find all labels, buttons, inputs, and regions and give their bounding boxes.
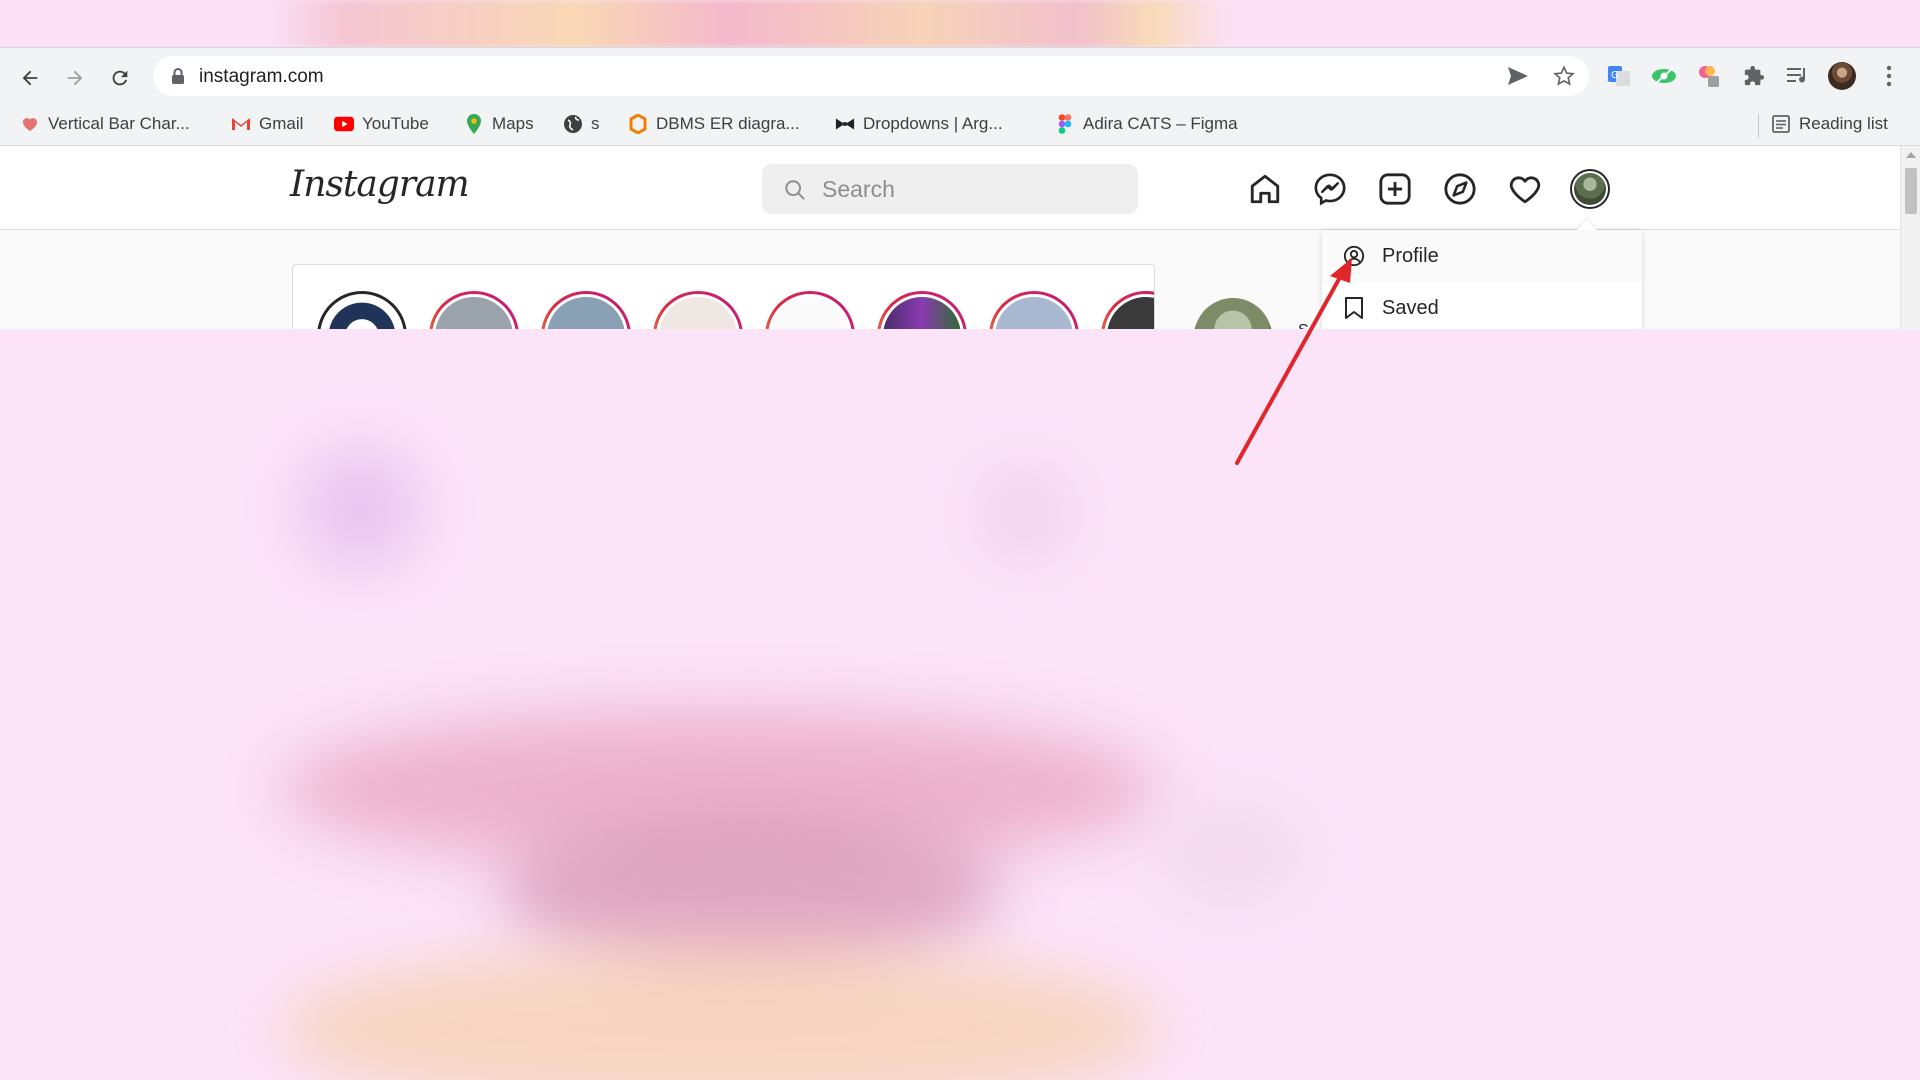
story-avatar[interactable] bbox=[429, 291, 519, 329]
story-avatar[interactable] bbox=[877, 291, 967, 329]
blurred-shape bbox=[500, 809, 1000, 969]
back-arrow-icon bbox=[22, 70, 38, 86]
bookmark-dbms-er[interactable]: DBMS ER diagra... bbox=[628, 112, 800, 136]
activity-button[interactable] bbox=[1506, 170, 1544, 208]
figma-icon bbox=[1055, 114, 1075, 134]
instagram-header: Instagram bbox=[0, 146, 1900, 230]
bookmark-label: Vertical Bar Char... bbox=[48, 114, 190, 133]
blurred-shape bbox=[1160, 809, 1300, 899]
plus-square-icon bbox=[1379, 173, 1411, 205]
gmail-icon bbox=[231, 114, 251, 134]
bookmark-vertical-bar-chart[interactable]: Vertical Bar Char... bbox=[20, 112, 190, 136]
user-avatar-icon bbox=[1828, 62, 1856, 90]
bookmark-icon bbox=[1342, 296, 1366, 320]
lock-icon bbox=[172, 68, 184, 84]
bookmark-label: YouTube bbox=[362, 114, 429, 133]
new-post-button[interactable] bbox=[1376, 170, 1414, 208]
send-tab-icon[interactable] bbox=[1507, 66, 1529, 86]
bookmark-label: Gmail bbox=[259, 114, 304, 133]
dropdown-item-profile[interactable]: Profile bbox=[1322, 230, 1642, 282]
bookmark-label: s bbox=[591, 114, 600, 133]
blurred-overlay bbox=[0, 329, 1920, 1080]
avatar bbox=[1574, 173, 1606, 205]
green-eye-extension-icon[interactable] bbox=[1649, 61, 1679, 91]
browser-toolbar: instagram.com G bbox=[0, 48, 1920, 102]
media-queue-icon[interactable] bbox=[1783, 61, 1813, 91]
instagram-logo[interactable]: Instagram bbox=[290, 164, 470, 205]
blurred-shape bbox=[280, 949, 1160, 1080]
blurred-shape bbox=[300, 449, 420, 569]
maps-pin-icon bbox=[464, 114, 484, 134]
story-avatar[interactable] bbox=[653, 291, 743, 329]
profile-avatar-button[interactable] bbox=[1570, 169, 1610, 209]
google-translate-icon[interactable]: G bbox=[1604, 61, 1634, 91]
search-icon bbox=[785, 180, 805, 200]
story-avatar[interactable] bbox=[989, 291, 1079, 329]
suggestion-name: S bbox=[1298, 322, 1309, 329]
more-vert-icon bbox=[1886, 65, 1892, 87]
reading-list-icon bbox=[1771, 114, 1791, 134]
instagram-page: Instagram Search Profile Saved bbox=[0, 146, 1920, 329]
bookmarks-bar: Vertical Bar Char... Gmail YouTube Maps … bbox=[0, 102, 1920, 146]
reload-button[interactable] bbox=[102, 60, 138, 96]
bookmark-label: Adira CATS – Figma bbox=[1083, 114, 1238, 133]
bowtie-icon bbox=[835, 114, 855, 134]
scroll-up-arrow-icon[interactable] bbox=[1906, 152, 1916, 158]
bookmark-star-icon[interactable] bbox=[1553, 65, 1575, 87]
messenger-icon bbox=[1314, 173, 1346, 206]
bookmark-figma[interactable]: Adira CATS – Figma bbox=[1055, 112, 1238, 136]
bookmark-dropdowns[interactable]: Dropdowns | Arg... bbox=[835, 112, 1003, 136]
messenger-button[interactable] bbox=[1311, 170, 1349, 208]
url-text: instagram.com bbox=[199, 66, 324, 87]
browser-menu-button[interactable] bbox=[1874, 61, 1904, 91]
globe-icon bbox=[563, 114, 583, 134]
profile-dropdown-menu: Profile Saved bbox=[1322, 220, 1642, 329]
chart-favicon-icon bbox=[20, 114, 40, 134]
bookmark-maps[interactable]: Maps bbox=[464, 112, 534, 136]
reading-list-label: Reading list bbox=[1799, 114, 1888, 133]
extensions-puzzle-icon[interactable] bbox=[1739, 61, 1769, 91]
search-box[interactable] bbox=[762, 164, 1138, 214]
color-extension-icon[interactable] bbox=[1694, 61, 1724, 91]
bookmark-gmail[interactable]: Gmail bbox=[231, 112, 303, 136]
bookmark-s[interactable]: s bbox=[563, 112, 600, 136]
browser-chrome: instagram.com G Vertical Bar Char... Gma… bbox=[0, 47, 1920, 146]
search-input[interactable] bbox=[822, 176, 1122, 202]
dbms-favicon-icon bbox=[628, 114, 648, 134]
profile-avatar-button[interactable] bbox=[1827, 61, 1857, 91]
profile-icon bbox=[1342, 244, 1366, 268]
compass-icon bbox=[1444, 173, 1476, 205]
back-button[interactable] bbox=[12, 60, 48, 96]
bookmark-label: DBMS ER diagra... bbox=[656, 114, 800, 133]
story-avatar[interactable] bbox=[1101, 291, 1154, 329]
blurred-top-strip bbox=[0, 0, 1920, 47]
story-avatar[interactable] bbox=[317, 291, 407, 329]
suggestion-avatar[interactable] bbox=[1194, 298, 1272, 329]
scroll-thumb[interactable] bbox=[1905, 168, 1917, 214]
heart-icon bbox=[1509, 176, 1541, 204]
youtube-icon bbox=[334, 114, 354, 134]
forward-button[interactable] bbox=[57, 60, 93, 96]
bookmark-youtube[interactable]: YouTube bbox=[334, 112, 429, 136]
page-scrollbar[interactable] bbox=[1900, 146, 1920, 329]
home-button[interactable] bbox=[1246, 170, 1284, 208]
dropdown-item-label: Profile bbox=[1382, 245, 1439, 267]
bookmarks-divider bbox=[1758, 114, 1759, 138]
forward-arrow-icon bbox=[67, 70, 83, 86]
bookmark-label: Maps bbox=[492, 114, 534, 133]
story-avatar[interactable] bbox=[541, 291, 631, 329]
dropdown-item-saved[interactable]: Saved bbox=[1322, 282, 1642, 329]
story-avatar[interactable] bbox=[765, 291, 855, 329]
svg-text:G: G bbox=[1611, 70, 1619, 81]
reading-list-button[interactable]: Reading list bbox=[1771, 112, 1888, 136]
dropdown-item-label: Saved bbox=[1382, 297, 1439, 319]
bookmark-label: Dropdowns | Arg... bbox=[863, 114, 1003, 133]
stories-tray bbox=[292, 264, 1155, 329]
blurred-shape bbox=[980, 469, 1070, 559]
reload-icon bbox=[112, 70, 128, 86]
home-icon bbox=[1250, 174, 1280, 204]
explore-button[interactable] bbox=[1441, 170, 1479, 208]
address-bar[interactable]: instagram.com bbox=[153, 56, 1589, 96]
